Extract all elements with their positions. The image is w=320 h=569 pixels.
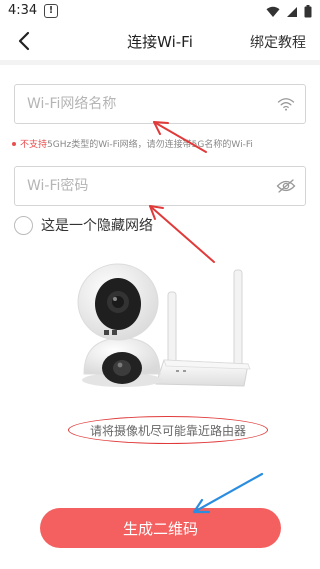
red-arrow-icon bbox=[149, 205, 215, 263]
header-divider bbox=[0, 60, 320, 65]
wifi-password-field[interactable] bbox=[14, 166, 306, 206]
wifi-signal-icon bbox=[266, 6, 280, 17]
notice-text: 5GHz类型的Wi-Fi网络，请勿连接带5G名称的Wi-Fi bbox=[47, 140, 253, 150]
generate-qr-button[interactable]: 生成二维码 bbox=[40, 508, 281, 548]
notice-highlight: 不支持 bbox=[20, 140, 48, 150]
eye-off-icon[interactable] bbox=[271, 171, 301, 201]
hidden-network-option[interactable]: 这是一个隐藏网络 bbox=[14, 215, 153, 235]
status-bar: 4:34 ! bbox=[0, 0, 320, 24]
wifi-ssid-input[interactable] bbox=[15, 85, 271, 123]
router-proximity-hint: 请将摄像机尽可能靠近路由器 bbox=[68, 416, 268, 444]
wifi-ssid-field[interactable] bbox=[14, 84, 306, 124]
binding-tutorial-link[interactable]: 绑定教程 bbox=[250, 32, 306, 52]
wifi-password-input[interactable] bbox=[15, 167, 271, 205]
5ghz-notice: 不支持 5GHz类型的Wi-Fi网络，请勿连接带5G名称的Wi-Fi bbox=[12, 137, 253, 150]
cell-signal-icon bbox=[287, 6, 297, 17]
router-illustration bbox=[155, 269, 251, 387]
notice-bullet bbox=[12, 141, 16, 146]
camera-illustration bbox=[77, 263, 162, 387]
hidden-network-label: 这是一个隐藏网络 bbox=[41, 218, 153, 234]
status-time: 4:34 bbox=[8, 3, 38, 18]
hidden-network-radio[interactable] bbox=[14, 215, 33, 235]
app-header: 连接Wi-Fi 绑定教程 bbox=[0, 24, 320, 58]
battery-icon bbox=[304, 5, 312, 18]
alert-icon: ! bbox=[44, 4, 58, 18]
wifi-icon[interactable] bbox=[271, 89, 301, 119]
camera-router-illustration bbox=[77, 263, 251, 387]
status-icons bbox=[266, 5, 312, 18]
hint-text: 请将摄像机尽可能靠近路由器 bbox=[89, 423, 246, 438]
blue-arrow-icon bbox=[192, 472, 264, 514]
